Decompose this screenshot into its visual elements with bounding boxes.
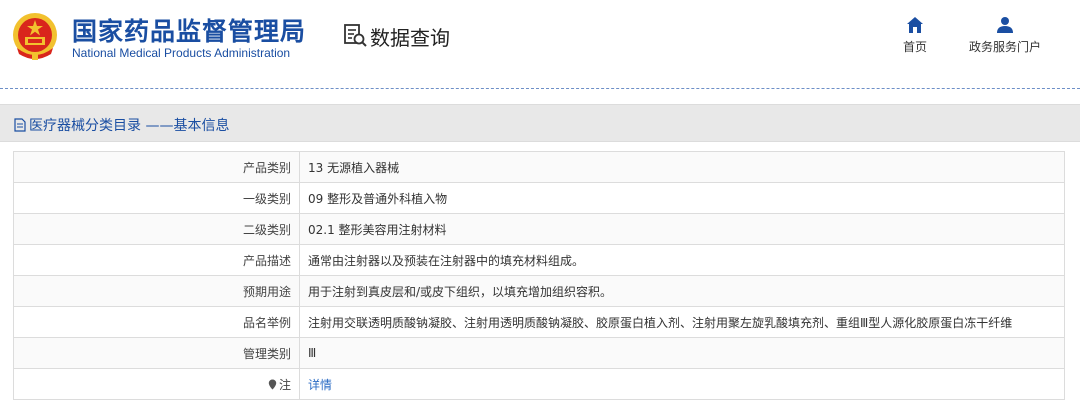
table-row-note: 注 详情	[13, 368, 1065, 400]
nav-home-button[interactable]: 首页	[895, 16, 935, 55]
data-query-icon	[344, 24, 367, 47]
org-name-cn: 国家药品监督管理局	[72, 17, 307, 46]
site-header: 国家药品监督管理局 National Medical Products Admi…	[0, 0, 1080, 88]
row-label: 预期用途	[13, 275, 300, 307]
note-label: 注	[278, 377, 291, 392]
table-row: 产品类别 13 无源植入器械	[13, 151, 1065, 183]
note-value-cell: 详情	[299, 368, 1065, 400]
row-label: 管理类别	[13, 337, 300, 369]
document-icon	[14, 118, 26, 132]
row-label: 二级类别	[13, 213, 300, 245]
note-label-cell: 注	[13, 368, 300, 400]
header-divider	[0, 88, 1080, 89]
section-header: 医疗器械分类目录 ——基本信息	[0, 104, 1080, 142]
table-row: 二级类别 02.1 整形美容用注射材料	[13, 213, 1065, 245]
location-pin-icon	[268, 379, 277, 389]
row-label: 品名举例	[13, 306, 300, 338]
nav-portal-button[interactable]: 政务服务门户	[960, 16, 1050, 55]
table-row: 预期用途 用于注射到真皮层和/或皮下组织，以填充增加组织容积。	[13, 275, 1065, 307]
table-row: 一级类别 09 整形及普通外科植入物	[13, 182, 1065, 214]
section-title-text: 医疗器械分类目录 ——基本信息	[29, 118, 230, 134]
row-value: 通常由注射器以及预装在注射器中的填充材料组成。	[299, 244, 1065, 276]
row-label: 产品类别	[13, 151, 300, 183]
section-title: 医疗器械分类目录 ——基本信息	[14, 115, 229, 135]
org-name-en: National Medical Products Administration	[72, 46, 291, 60]
table-row: 管理类别 Ⅲ	[13, 337, 1065, 369]
page-title: 数据查询	[370, 26, 450, 50]
row-value: 13 无源植入器械	[299, 151, 1065, 183]
row-value: 09 整形及普通外科植入物	[299, 182, 1065, 214]
row-value: 注射用交联透明质酸钠凝胶、注射用透明质酸钠凝胶、胶原蛋白植入剂、注射用聚左旋乳酸…	[299, 306, 1065, 338]
table-row: 产品描述 通常由注射器以及预装在注射器中的填充材料组成。	[13, 244, 1065, 276]
row-label: 产品描述	[13, 244, 300, 276]
details-link[interactable]: 详情	[308, 378, 332, 392]
national-emblem-icon	[13, 13, 57, 60]
user-icon	[997, 17, 1013, 33]
row-value: Ⅲ	[299, 337, 1065, 369]
table-row: 品名举例 注射用交联透明质酸钠凝胶、注射用透明质酸钠凝胶、胶原蛋白植入剂、注射用…	[13, 306, 1065, 338]
nav-home-label: 首页	[902, 40, 927, 54]
basic-info-table: 产品类别 13 无源植入器械 一级类别 09 整形及普通外科植入物 二级类别 0…	[13, 151, 1065, 400]
row-value: 用于注射到真皮层和/或皮下组织，以填充增加组织容积。	[299, 275, 1065, 307]
nav-portal-label: 政务服务门户	[968, 40, 1041, 54]
home-icon	[907, 17, 923, 33]
row-label: 一级类别	[13, 182, 300, 214]
row-value: 02.1 整形美容用注射材料	[299, 213, 1065, 245]
